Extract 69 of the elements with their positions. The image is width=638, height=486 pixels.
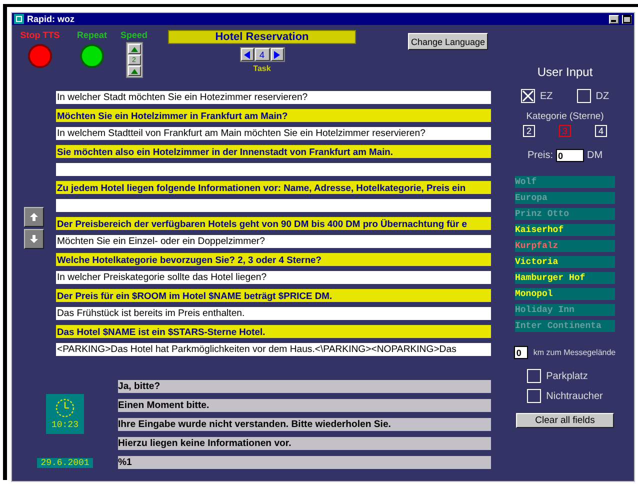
prompt-row[interactable]: Der Preisbereich der verfügbaren Hotels geht von 90 DM bis 400 DM pro Übernachtung für e: [56, 217, 491, 230]
prompt-row[interactable]: <PARKING>Das Hotel hat Parkmöglichkeiten vor dem Haus.<\PARKING><NOPARKING>Das: [56, 343, 491, 356]
clock-icon: [55, 398, 75, 418]
prompt-row[interactable]: Möchten Sie ein Hotelzimmer in Frankfurt am Main?: [56, 109, 491, 122]
app-icon: [14, 14, 24, 24]
triangle-left-icon: [244, 50, 250, 58]
checkbox-label: EZ: [540, 90, 553, 102]
prompt-row[interactable]: Sie möchten also ein Hotelzimmer in der Innenstadt von Frankfurt am Main.: [56, 145, 491, 158]
task-number: 4: [254, 48, 270, 61]
date-display: 29.6.2001: [36, 458, 94, 468]
system-prompt-row[interactable]: Ihre Eingabe wurde nicht verstanden. Bitte wiederholen Sie.: [118, 418, 491, 431]
system-prompt-row[interactable]: %1: [118, 456, 491, 469]
price-field[interactable]: 0: [556, 149, 584, 162]
speed-down-button[interactable]: [128, 66, 140, 76]
arrow-up-icon: [30, 213, 38, 221]
prompt-row[interactable]: Der Preis für ein $ROOM im Hotel $NAME beträgt $PRICE DM.: [56, 289, 491, 302]
system-prompt-row[interactable]: Einen Moment bitte.: [118, 399, 491, 412]
hotel-list-item[interactable]: Hamburger Hof: [515, 272, 615, 284]
task-title-banner: Hotel Reservation: [168, 30, 356, 44]
user-input-heading: User Input: [537, 65, 593, 79]
price-label: Preis:: [527, 150, 553, 161]
arrow-down-icon: [30, 235, 38, 243]
previous-task-button[interactable]: [240, 48, 254, 61]
category-button[interactable]: 2: [523, 125, 535, 137]
checkbox[interactable]: [576, 89, 591, 103]
window-title: Rapid: woz: [27, 14, 74, 24]
prompt-row[interactable]: Zu jedem Hotel liegen folgende Informationen vor: Name, Adresse, Hotelkategorie, Preis ein: [56, 181, 491, 194]
task-label: Task: [253, 64, 271, 73]
minimize-button[interactable]: [609, 14, 619, 24]
category-label: Kategorie (Sterne): [526, 111, 604, 122]
checkbox-label: Parkplatz: [546, 370, 588, 382]
repeat-button[interactable]: [80, 44, 104, 68]
stop-button[interactable]: [28, 44, 52, 68]
speed-up-button[interactable]: [128, 44, 140, 54]
maximize-icon: [623, 15, 631, 23]
prompt-row[interactable]: In welchem Stadtteil von Frankfurt am Main möchten Sie ein Hotelzimmer reservieren?: [56, 127, 491, 140]
speed-label: Speed: [120, 30, 148, 40]
checkbox[interactable]: [520, 89, 535, 103]
hotel-list-item[interactable]: Kaiserhof: [515, 224, 615, 236]
clock-time: 10:23: [51, 420, 78, 430]
stop-tts-label: Stop TTS: [20, 30, 60, 40]
repeat-label: Repeat: [76, 30, 107, 40]
scroll-down-button[interactable]: [24, 229, 44, 249]
system-prompt-row[interactable]: Hierzu liegen keine Informationen vor.: [118, 437, 491, 450]
prompt-row[interactable]: Welche Hotelkategorie bevorzugen Sie? 2, 3 oder 4 Sterne?: [56, 253, 491, 266]
currency-label: DM: [587, 150, 603, 161]
triangle-up-icon: [130, 68, 138, 74]
checkbox[interactable]: [527, 389, 542, 403]
maximize-button[interactable]: [622, 14, 632, 24]
checkbox-label: Nichtraucher: [546, 390, 603, 402]
prompt-row[interactable]: Das Hotel $NAME ist ein $STARS-Sterne Hotel.: [56, 325, 491, 338]
distance-field[interactable]: 0: [514, 346, 528, 359]
triangle-right-icon: [274, 50, 280, 58]
change-language-button[interactable]: Change Language: [408, 33, 488, 50]
prompt-row[interactable]: In welcher Stadt möchten Sie ein Hotezimmer reservieren?: [56, 91, 491, 104]
next-task-button[interactable]: [270, 48, 284, 61]
prompt-row[interactable]: Das Frühstück ist bereits im Preis enthalten.: [56, 307, 491, 320]
hotel-list-item[interactable]: Monopol: [515, 288, 615, 300]
clear-all-fields-button[interactable]: Clear all fields: [516, 413, 614, 428]
hotel-list-item[interactable]: Victoria: [515, 256, 615, 268]
distance-label: km zum Messegelände: [533, 348, 616, 357]
triangle-up-icon: [130, 46, 138, 52]
checkbox[interactable]: [527, 369, 542, 383]
system-prompt-row[interactable]: Ja, bitte?: [118, 380, 491, 393]
scroll-up-button[interactable]: [24, 207, 44, 227]
prompt-row[interactable]: Möchten Sie ein Einzel- oder ein Doppelzimmer?: [56, 235, 491, 248]
prompt-row[interactable]: In welcher Preiskategorie sollte das Hotel liegen?: [56, 271, 491, 284]
category-button[interactable]: 4: [595, 125, 607, 137]
checkbox-label: DZ: [596, 90, 610, 102]
